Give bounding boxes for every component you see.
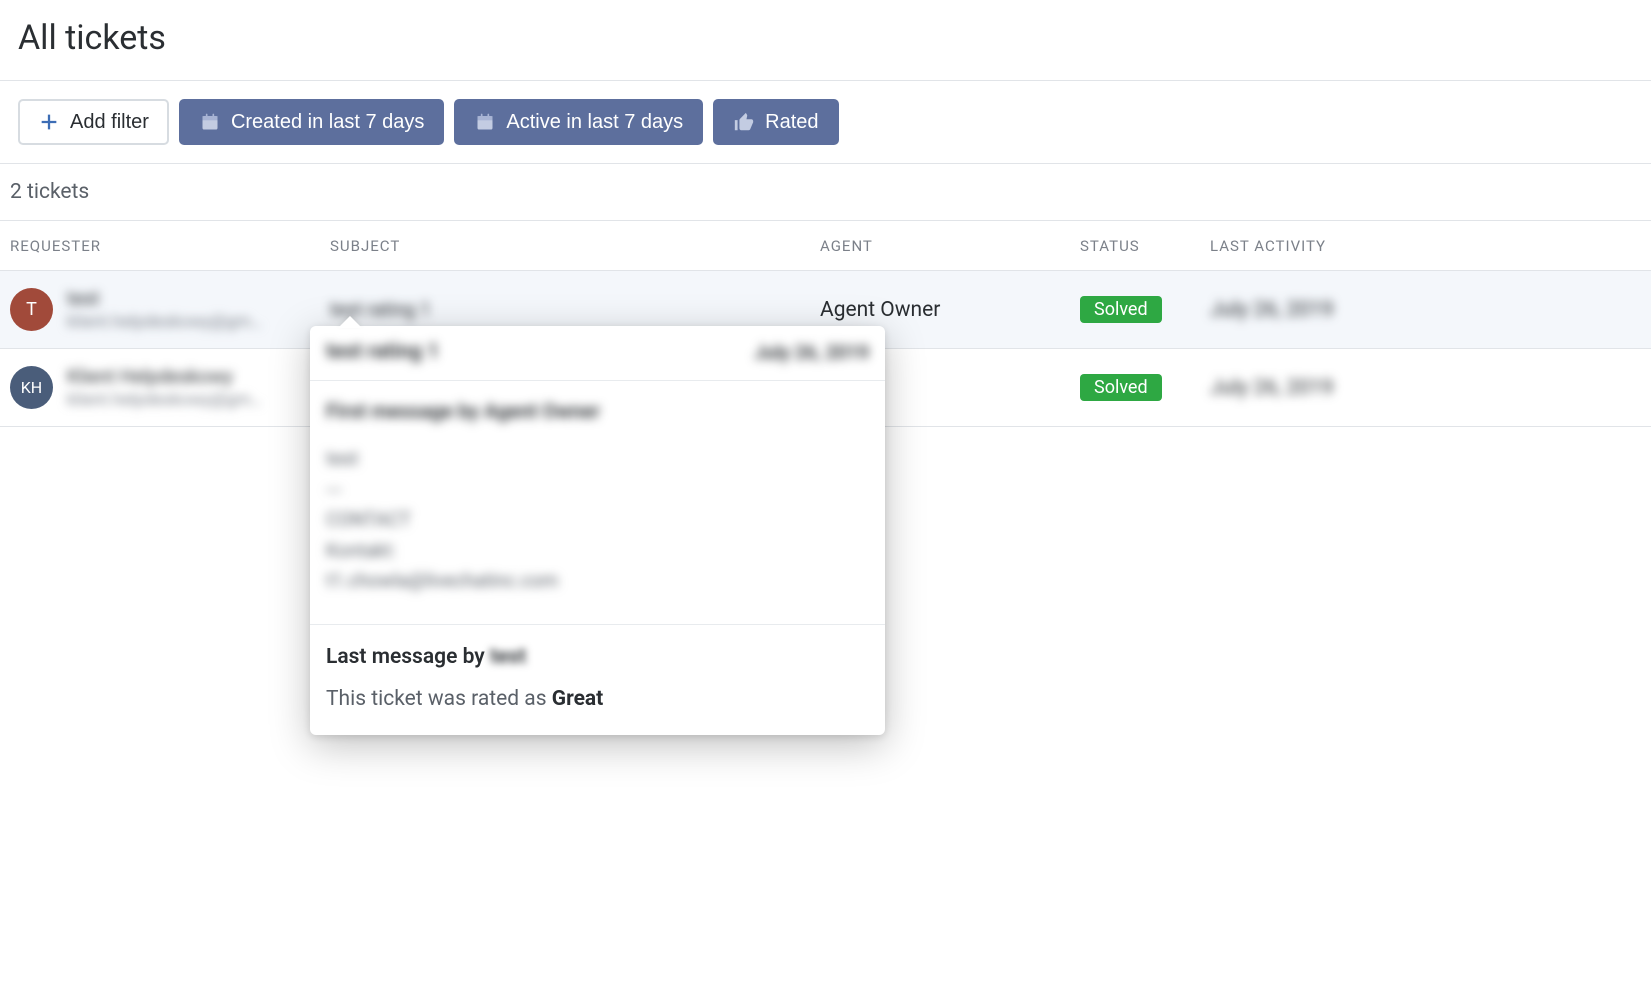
requester-text: Klient Helpdeskowy klient.helpdeskowy@gm… bbox=[67, 365, 262, 410]
popover-arrow bbox=[338, 316, 362, 328]
first-message-by: First message by Agent Owner bbox=[326, 399, 869, 423]
thumbs-up-icon bbox=[733, 111, 755, 133]
last-message-prefix: Last message by bbox=[326, 645, 490, 669]
requester-email: klient.helpdeskowy@gm… bbox=[67, 390, 262, 410]
popover-body: First message by Agent Owner test --- CO… bbox=[310, 381, 885, 625]
rated-prefix: This ticket was rated as bbox=[326, 687, 552, 711]
popover-date: July 26, 2019 bbox=[754, 341, 869, 364]
add-filter-button[interactable]: Add filter bbox=[18, 99, 169, 145]
col-header-requester[interactable]: REQUESTER bbox=[10, 237, 330, 255]
popover-header: test rating 1 July 26, 2019 bbox=[310, 326, 885, 381]
avatar: KH bbox=[10, 366, 53, 409]
col-header-agent[interactable]: AGENT bbox=[820, 237, 1080, 255]
ticket-preview-popover: test rating 1 July 26, 2019 First messag… bbox=[310, 326, 885, 735]
filter-chip-active[interactable]: Active in last 7 days bbox=[454, 99, 703, 145]
filter-chip-created[interactable]: Created in last 7 days bbox=[179, 99, 444, 145]
activity-cell: July 26, 2019 bbox=[1210, 298, 1641, 322]
col-header-last-activity[interactable]: LAST ACTIVITY bbox=[1210, 237, 1641, 255]
requester-email: klient.helpdeskowy@gm… bbox=[67, 312, 262, 332]
msg-line: test bbox=[326, 445, 869, 474]
chip-label: Rated bbox=[765, 111, 818, 134]
page-title: All tickets bbox=[0, 0, 1651, 80]
status-cell: Solved bbox=[1080, 374, 1210, 401]
subject-cell: test rating 1 bbox=[330, 298, 820, 321]
ticket-count: 2 tickets bbox=[0, 164, 1651, 220]
chip-label: Active in last 7 days bbox=[506, 111, 683, 134]
rated-value: Great bbox=[552, 687, 604, 711]
agent-cell: Agent Owner bbox=[820, 298, 1080, 322]
avatar: T bbox=[10, 288, 53, 331]
requester-cell: T test klient.helpdeskowy@gm… bbox=[10, 287, 330, 332]
requester-cell: KH Klient Helpdeskowy klient.helpdeskowy… bbox=[10, 365, 330, 410]
activity-cell: July 26, 2019 bbox=[1210, 376, 1641, 400]
status-badge: Solved bbox=[1080, 296, 1162, 323]
msg-line: Kontakt: bbox=[326, 537, 869, 566]
col-header-subject[interactable]: SUBJECT bbox=[330, 237, 820, 255]
table-header-row: REQUESTER SUBJECT AGENT STATUS LAST ACTI… bbox=[0, 221, 1651, 271]
last-message-by: Last message by test bbox=[326, 645, 869, 669]
col-header-status[interactable]: STATUS bbox=[1080, 237, 1210, 255]
rated-line: This ticket was rated as Great bbox=[326, 687, 869, 711]
plus-icon bbox=[38, 111, 60, 133]
last-message-name: test bbox=[490, 645, 526, 669]
msg-line: CONTACT bbox=[326, 506, 869, 535]
msg-line: --- bbox=[326, 476, 869, 505]
msg-line: t1.chowla@livechatinc.com bbox=[326, 567, 869, 596]
popover-message: test --- CONTACT Kontakt: t1.chowla@live… bbox=[326, 445, 869, 596]
status-badge: Solved bbox=[1080, 374, 1162, 401]
requester-name: Klient Helpdeskowy bbox=[67, 365, 262, 388]
popover-subject: test rating 1 bbox=[326, 340, 439, 364]
filter-bar: Add filter Created in last 7 days Active… bbox=[0, 81, 1651, 163]
requester-name: test bbox=[67, 287, 262, 310]
requester-text: test klient.helpdeskowy@gm… bbox=[67, 287, 262, 332]
status-cell: Solved bbox=[1080, 296, 1210, 323]
chip-label: Created in last 7 days bbox=[231, 111, 424, 134]
calendar-icon bbox=[199, 111, 221, 133]
calendar-icon bbox=[474, 111, 496, 133]
filter-chip-rated[interactable]: Rated bbox=[713, 99, 838, 145]
add-filter-label: Add filter bbox=[70, 111, 149, 134]
popover-footer: Last message by test This ticket was rat… bbox=[310, 625, 885, 735]
